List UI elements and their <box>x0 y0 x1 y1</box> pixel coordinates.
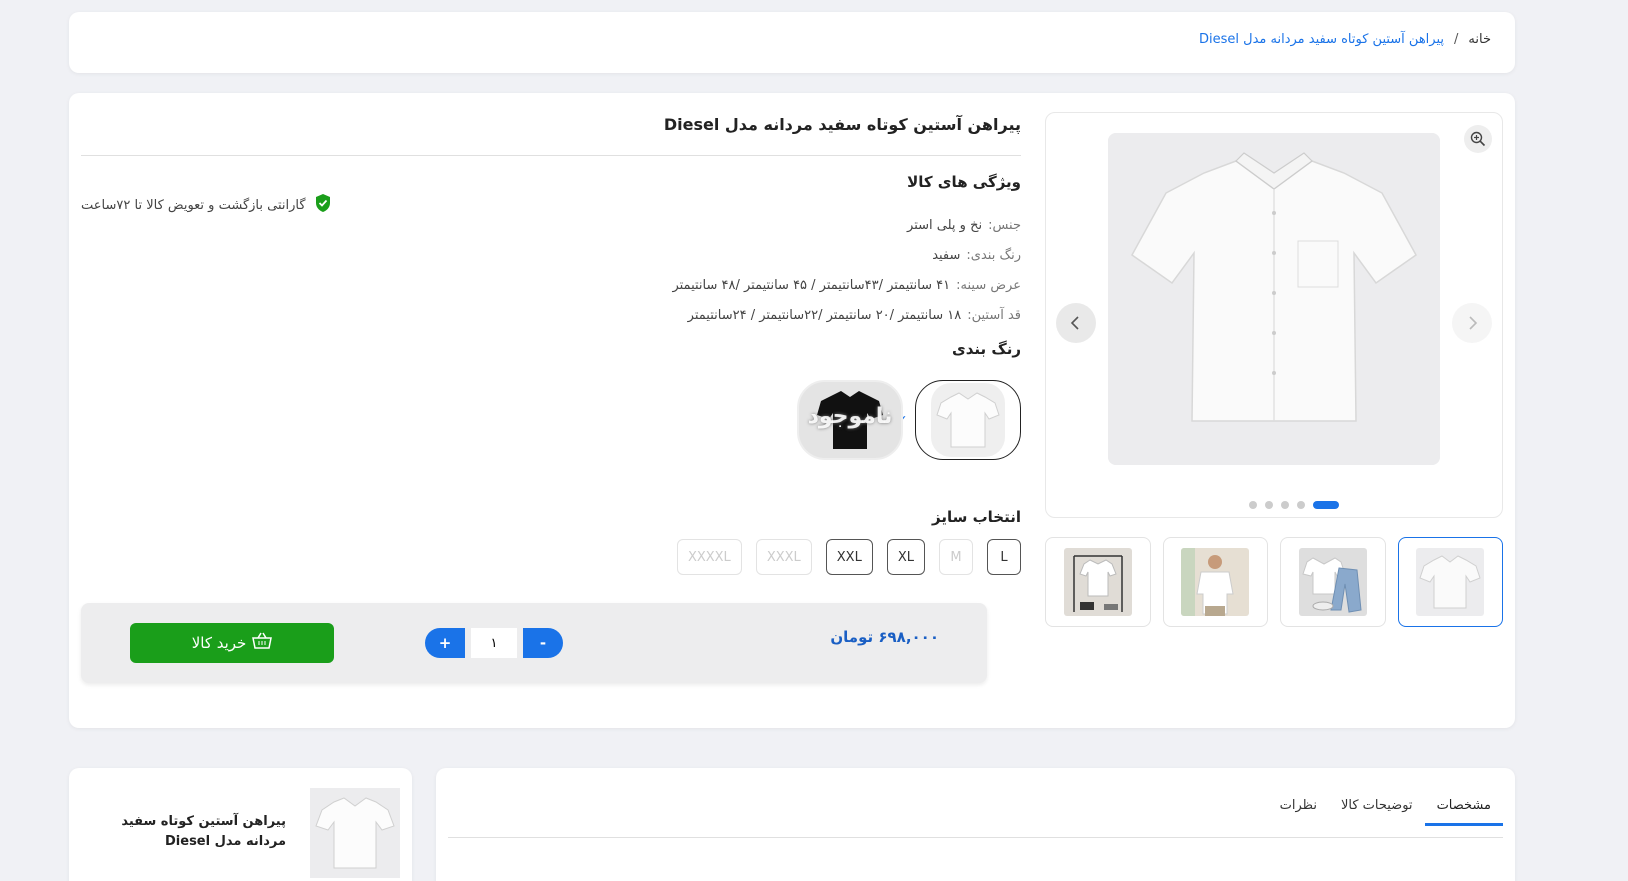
slider-dot[interactable] <box>1265 501 1273 509</box>
features-title: ویژگی های کالا <box>907 173 1021 191</box>
related-product-title: پیراهن آستین کوتاه سفید مردانه مدل Diese… <box>121 814 286 849</box>
basket-icon <box>252 632 273 654</box>
slider-dot-active[interactable] <box>1313 501 1339 509</box>
size-option-xxl[interactable]: XXL <box>825 539 873 575</box>
next-image-button[interactable] <box>1452 303 1492 343</box>
slider-dot[interactable] <box>1281 501 1289 509</box>
feature-value: ۴۱ سانتیمتر /۴۳سانتیمتر / ۴۵ سانتیمتر /۴… <box>672 278 951 293</box>
color-option-white[interactable]: ✓ <box>896 380 1021 460</box>
quantity-stepper: + - <box>425 628 563 658</box>
breadcrumb-card: خانه / پیراهن آستین کوتاه سفید مردانه مد… <box>69 12 1515 73</box>
related-product-card[interactable]: پیراهن آستین کوتاه سفید مردانه مدل Diese… <box>69 768 412 881</box>
feature-value: نخ و پلی استر <box>907 218 983 233</box>
guarantee-text: گارانتی بازگشت و تعویض کالا تا ۷۲ساعت <box>81 197 306 213</box>
breadcrumb-home-link[interactable]: خانه <box>1468 32 1491 47</box>
product-title: پیراهن آستین کوتاه سفید مردانه مدل Diese… <box>663 115 1021 134</box>
feature-key: عرض سینه: <box>956 278 1021 293</box>
breadcrumb: خانه / پیراهن آستین کوتاه سفید مردانه مد… <box>1199 32 1491 47</box>
slider-dots <box>1046 501 1502 509</box>
quantity-input[interactable] <box>471 628 517 658</box>
buy-button-label: خرید کالا <box>191 634 247 652</box>
slider-dot[interactable] <box>1249 501 1257 509</box>
details-tabs-card: مشخصات توضیحات کالا نظرات <box>436 768 1515 881</box>
shield-check-icon <box>314 193 332 217</box>
purchase-bar: خرید کالا + - ۶۹۸,۰۰۰ تومان <box>81 603 987 683</box>
feature-row: قد آستین: ۱۸ سانتیمتر /۲۰ سانتیمتر /۲۲سان… <box>672 301 1021 331</box>
breadcrumb-current[interactable]: پیراهن آستین کوتاه سفید مردانه مدل Diese… <box>1199 32 1444 47</box>
zoom-icon[interactable] <box>1464 125 1492 153</box>
feature-key: جنس: <box>988 218 1021 233</box>
related-product-image <box>310 788 400 878</box>
sizes-title: انتخاب سایز <box>932 508 1021 526</box>
tab-specifications[interactable]: مشخصات <box>1424 794 1503 826</box>
size-option-xxxl[interactable]: XXXL <box>755 539 812 575</box>
feature-row: عرض سینه: ۴۱ سانتیمتر /۴۳سانتیمتر / ۴۵ سا… <box>672 271 1021 301</box>
white-shirt-swatch <box>931 383 1005 457</box>
thumbnail-strip <box>1045 537 1503 627</box>
thumbnail-model-wearing-shirt[interactable] <box>1162 537 1268 627</box>
slider-dot[interactable] <box>1297 501 1305 509</box>
prev-image-button[interactable] <box>1056 303 1096 343</box>
product-card: پیراهن آستین کوتاه سفید مردانه مدل Diese… <box>69 93 1515 728</box>
colors-title: رنگ بندی <box>951 340 1021 358</box>
tab-description[interactable]: توضیحات کالا <box>1329 794 1425 826</box>
quantity-plus-button[interactable]: + <box>425 628 465 658</box>
thumbnail-shirt-on-rack[interactable] <box>1045 537 1151 627</box>
size-option-xxxxl[interactable]: XXXXL <box>676 539 742 575</box>
divider <box>81 155 1021 156</box>
quantity-minus-button[interactable]: - <box>523 628 563 658</box>
size-option-l[interactable]: L <box>987 539 1021 575</box>
product-price: ۶۹۸,۰۰۰ تومان <box>830 628 939 646</box>
feature-key: رنگ بندی: <box>966 248 1021 263</box>
size-option-m[interactable]: M <box>939 539 973 575</box>
size-option-xl[interactable]: XL <box>886 539 925 575</box>
breadcrumb-separator: / <box>1454 32 1459 47</box>
main-product-image[interactable] <box>1108 133 1440 465</box>
tabs-divider <box>448 837 1503 838</box>
details-tabs: مشخصات توضیحات کالا نظرات <box>1268 794 1503 826</box>
feature-key: قد آستین: <box>967 308 1021 323</box>
tab-reviews[interactable]: نظرات <box>1268 794 1329 826</box>
thumbnail-shirt-flat[interactable] <box>1397 537 1503 627</box>
unavailable-overlay: ناموجود <box>807 404 893 429</box>
thumbnail-shirt-with-jeans[interactable] <box>1280 537 1386 627</box>
color-options: ✓ ناموجود <box>797 380 1021 460</box>
feature-value: ۱۸ سانتیمتر /۲۰ سانتیمتر /۲۲سانتیمتر / ۲… <box>687 308 962 323</box>
guarantee-badge: گارانتی بازگشت و تعویض کالا تا ۷۲ساعت <box>81 193 332 217</box>
feature-row: جنس: نخ و پلی استر <box>672 211 1021 241</box>
feature-row: رنگ بندی: سفید <box>672 241 1021 271</box>
feature-value: سفید <box>932 248 961 263</box>
size-options: L M XL XXL XXXL XXXXL <box>676 539 1021 575</box>
features-list: جنس: نخ و پلی استر رنگ بندی: سفید عرض سینه… <box>672 211 1021 331</box>
color-option-black[interactable]: ناموجود <box>797 380 903 460</box>
buy-button[interactable]: خرید کالا <box>130 623 334 663</box>
product-gallery <box>1045 112 1503 518</box>
